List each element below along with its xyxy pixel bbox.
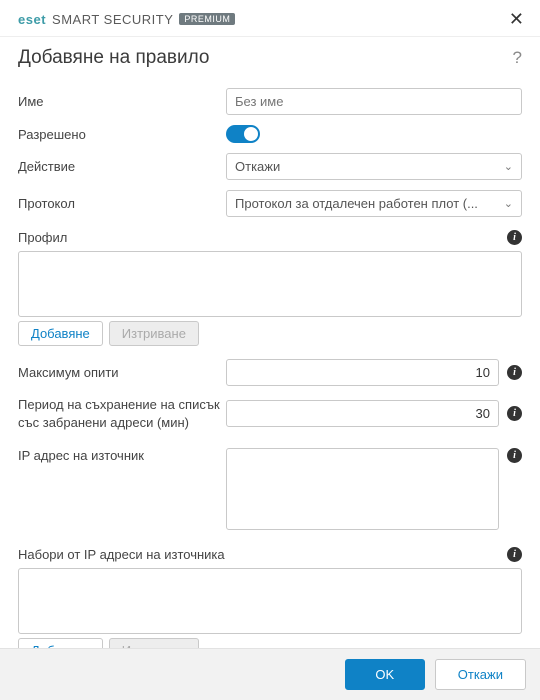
- source-ip-textarea[interactable]: [226, 448, 499, 530]
- profile-delete-button: Изтриване: [109, 321, 199, 346]
- row-ip-sets-header: Набори от IP адреси на източника i: [18, 535, 522, 568]
- row-protocol: Протокол Протокол за отдалечен работен п…: [18, 185, 522, 222]
- row-action: Действие Откажи ⌄: [18, 148, 522, 185]
- label-max-attempts: Максимум опити: [18, 365, 226, 380]
- row-name: Име: [18, 83, 522, 120]
- action-select[interactable]: Откажи ⌄: [226, 153, 522, 180]
- label-source-ip-sets: Набори от IP адреси на източника: [18, 547, 225, 562]
- label-protocol: Протокол: [18, 196, 226, 211]
- form-content: Име Разрешено Действие Откажи ⌄ Протокол…: [0, 83, 540, 663]
- ok-button[interactable]: OK: [345, 659, 425, 690]
- block-period-input[interactable]: [226, 400, 499, 427]
- label-name: Име: [18, 94, 226, 109]
- help-icon[interactable]: ?: [513, 48, 522, 68]
- protocol-select-value: Протокол за отдалечен работен плот (...: [235, 196, 478, 211]
- profile-add-button[interactable]: Добавяне: [18, 321, 103, 346]
- info-icon[interactable]: i: [507, 230, 522, 245]
- info-icon[interactable]: i: [507, 406, 522, 421]
- row-enabled: Разрешено: [18, 120, 522, 148]
- chevron-down-icon: ⌄: [504, 160, 513, 173]
- name-input[interactable]: [226, 88, 522, 115]
- row-source-ip: IP адрес на източник i: [18, 436, 522, 535]
- footer: OK Откажи: [0, 648, 540, 700]
- max-attempts-input[interactable]: [226, 359, 499, 386]
- chevron-down-icon: ⌄: [504, 197, 513, 210]
- close-icon[interactable]: ✕: [505, 8, 528, 30]
- brand-badge: PREMIUM: [179, 13, 235, 25]
- brand-eset: eset: [18, 12, 46, 27]
- page-title: Добавяне на правило: [18, 47, 210, 69]
- label-action: Действие: [18, 159, 226, 174]
- row-max-attempts: Максимум опити i: [18, 354, 522, 391]
- label-profile: Профил: [18, 230, 226, 245]
- protocol-select[interactable]: Протокол за отдалечен работен плот (... …: [226, 190, 522, 217]
- brand: eset SMART SECURITY PREMIUM: [18, 12, 235, 27]
- info-icon[interactable]: i: [507, 547, 522, 562]
- info-icon[interactable]: i: [507, 365, 522, 380]
- label-source-ip: IP адрес на източник: [18, 448, 226, 463]
- header: Добавяне на правило ?: [0, 37, 540, 83]
- brand-product: SMART SECURITY: [52, 12, 173, 27]
- cancel-button[interactable]: Откажи: [435, 659, 526, 690]
- row-block-period: Период на съхранение на списък със забра…: [18, 391, 522, 436]
- profile-listbox[interactable]: [18, 251, 522, 317]
- enabled-toggle[interactable]: [226, 125, 260, 143]
- ip-sets-listbox[interactable]: [18, 568, 522, 634]
- profile-buttons: Добавяне Изтриване: [18, 321, 522, 346]
- row-profile-header: Профил i: [18, 222, 522, 251]
- label-block-period: Период на съхранение на списък със забра…: [18, 396, 226, 431]
- titlebar: eset SMART SECURITY PREMIUM ✕: [0, 0, 540, 37]
- info-icon[interactable]: i: [507, 448, 522, 463]
- label-enabled: Разрешено: [18, 127, 226, 142]
- action-select-value: Откажи: [235, 159, 280, 174]
